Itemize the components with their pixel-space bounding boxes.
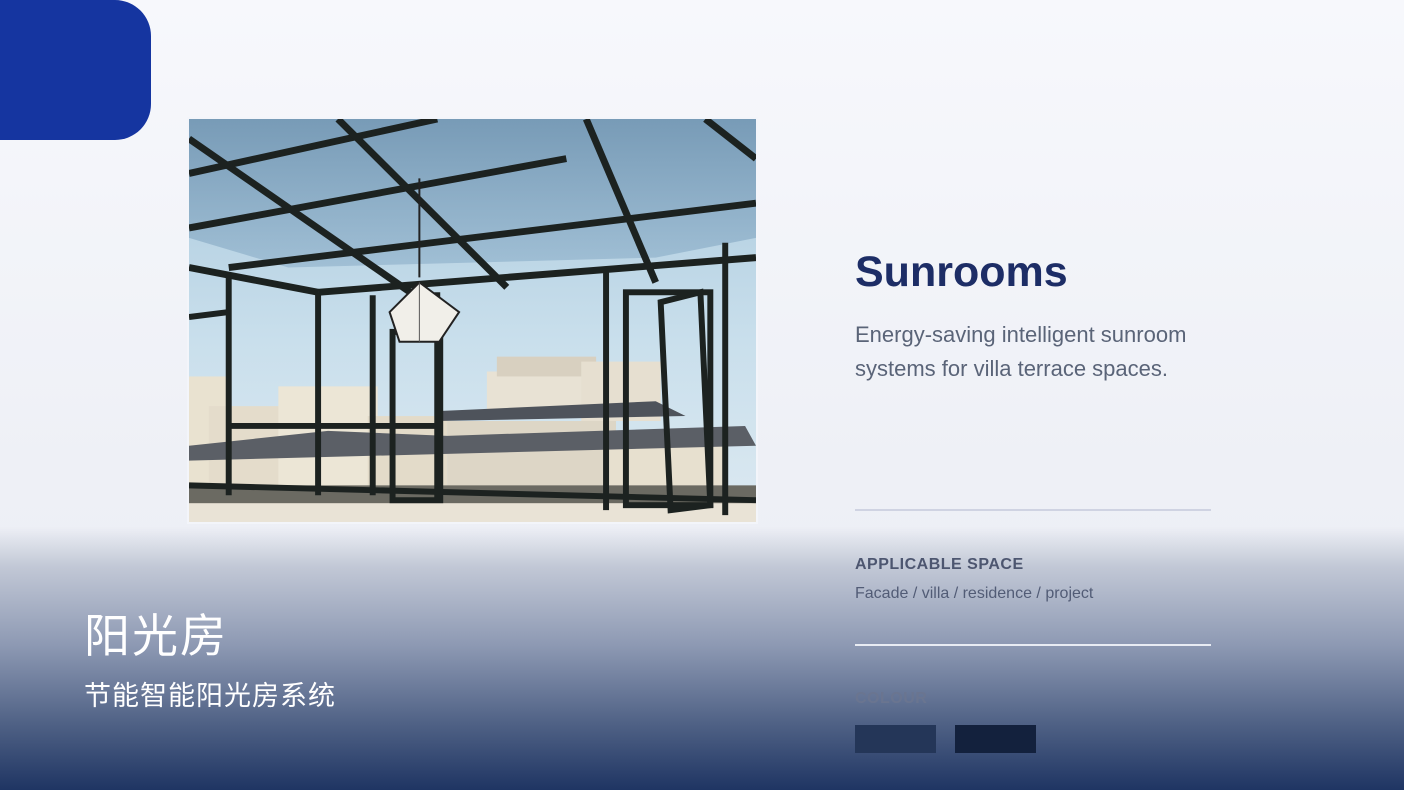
product-title: Sunrooms	[855, 248, 1068, 296]
colour-label: COLOUR	[855, 690, 928, 707]
product-description: Energy-saving intelligent sunroom system…	[855, 322, 1187, 381]
brand-corner-block	[0, 0, 151, 140]
applicable-space-value: Facade / villa / residence / project	[855, 585, 1094, 602]
sunroom-photo	[187, 117, 758, 524]
colour-swatch-2	[955, 725, 1036, 753]
hero-title-zh: 阳光房	[84, 609, 228, 663]
applicable-space-label: APPLICABLE SPACE	[855, 556, 1024, 573]
divider-top	[855, 509, 1211, 511]
colour-swatch-1	[855, 725, 936, 753]
sunroom-illustration	[189, 119, 756, 522]
hero-subtitle-zh: 节能智能阳光房系统	[84, 681, 336, 712]
divider-bottom	[855, 644, 1211, 646]
